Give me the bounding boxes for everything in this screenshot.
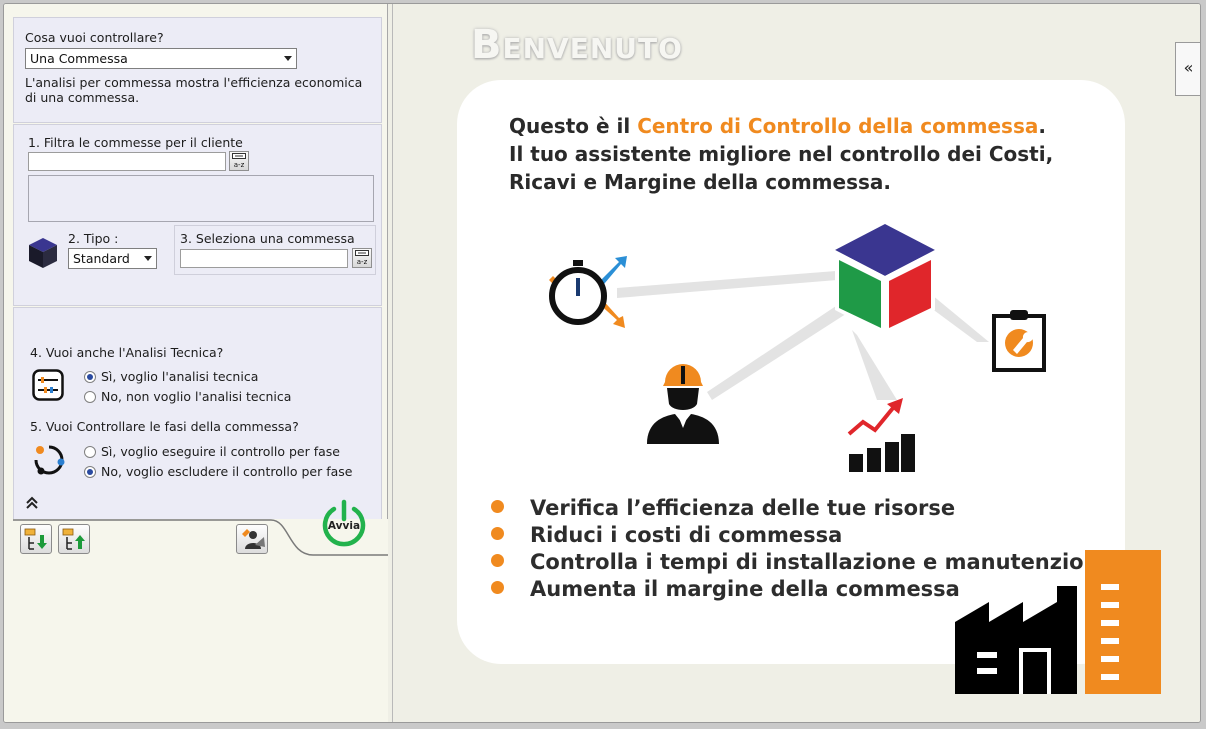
type-label: 2. Tipo : [68,231,119,246]
export-down-button[interactable] [20,524,52,554]
ray-chart [852,330,897,400]
bullet-text: Verifica l’efficienza delle tue risorse [530,496,956,520]
user-edit-button[interactable] [236,524,268,554]
bullet-text: Aumenta il margine della commessa [530,577,960,601]
job-sort-label: a-z [356,258,368,266]
options-section: 4. Vuoi anche l'Analisi Tecnica? Sì, vog… [13,307,382,519]
control-question-label: Cosa vuoi controllare? [25,30,164,45]
technical-analysis-yes[interactable]: Sì, voglio l'analisi tecnica [84,369,258,384]
client-sort-button[interactable]: a-z [229,151,249,171]
equalizer-icon [32,369,64,401]
bullet-dot-icon [491,554,504,567]
radio-unchecked-icon [84,446,96,458]
control-type-select[interactable]: Una Commessa [25,48,297,69]
radio-checked-icon [84,466,96,478]
factory-icon [955,550,1161,694]
cube-icon [835,224,935,336]
toolbar-area: Avvia [13,499,388,722]
welcome-panel: Benvenuto « Questo è il Centro di Contro… [392,4,1200,722]
phases-yes[interactable]: Sì, voglio eseguire il controllo per fas… [84,444,340,459]
filter-section: 1. Filtra le commesse per il cliente a-z… [13,124,382,306]
sort-icon [355,250,369,256]
chevron-down-icon [144,256,152,261]
job-sort-button[interactable]: a-z [352,248,372,268]
welcome-title: Benvenuto [471,22,683,68]
control-panel: Cosa vuoi controllare? Una Commessa L'an… [4,4,388,722]
radio-unchecked-icon [84,391,96,403]
bullet-item: Riduci i costi di commessa [491,523,842,547]
select-job-label: 3. Seleziona una commessa [180,231,355,246]
export-down-icon [24,528,47,550]
bullet-text: Riduci i costi di commessa [530,523,843,547]
collapse-up-icon[interactable] [25,496,39,510]
control-type-section: Cosa vuoi controllare? Una Commessa L'an… [13,17,382,123]
phases-icon [34,445,65,475]
phases-question: 5. Vuoi Controllare le fasi della commes… [30,419,299,434]
stopwatch-icon [549,256,627,328]
bullet-dot-icon [491,581,504,594]
bullet-dot-icon [491,527,504,540]
bullet-dot-icon [491,500,504,513]
phases-yes-label: Sì, voglio eseguire il controllo per fas… [101,444,340,459]
technical-analysis-no-label: No, non voglio l'analisi tecnica [101,389,292,404]
worker-icon [647,364,719,444]
run-label[interactable]: Avvia [324,520,364,532]
collapse-panel-button[interactable]: « [1175,42,1200,96]
user-edit-icon [242,529,265,549]
cube-icon [29,238,57,268]
select-job-input[interactable] [180,249,348,268]
client-filter-label: 1. Filtra le commesse per il cliente [28,135,243,150]
growth-chart-icon [847,398,915,472]
ray-left [617,270,849,298]
building-icon [1085,550,1161,694]
radio-checked-icon [84,371,96,383]
client-filter-input[interactable] [28,152,226,171]
client-list[interactable] [28,175,374,222]
technical-analysis-question: 4. Vuoi anche l'Analisi Tecnica? [30,345,224,360]
client-sort-label: a-z [233,161,245,169]
export-up-button[interactable] [58,524,90,554]
technical-analysis-no[interactable]: No, non voglio l'analisi tecnica [84,389,291,404]
sort-icon [232,153,246,159]
bullet-item: Verifica l’efficienza delle tue risorse [491,496,955,520]
phases-no-label: No, voglio escludere il controllo per fa… [101,464,353,479]
control-type-value: Una Commessa [30,51,128,66]
type-select[interactable]: Standard [68,248,157,269]
chevron-down-icon [284,56,292,61]
clipboard-tool-icon [992,310,1046,372]
app-window: Cosa vuoi controllare? Una Commessa L'an… [3,3,1201,723]
control-description: L'analisi per commessa mostra l'efficien… [25,75,363,105]
bullet-item: Aumenta il margine della commessa [491,577,960,601]
phases-no[interactable]: No, voglio escludere il controllo per fa… [84,464,352,479]
type-value: Standard [73,251,130,266]
select-job-box: 3. Seleziona una commessa a-z [174,225,376,275]
export-up-icon [62,528,85,550]
technical-analysis-yes-label: Sì, voglio l'analisi tecnica [101,369,259,384]
